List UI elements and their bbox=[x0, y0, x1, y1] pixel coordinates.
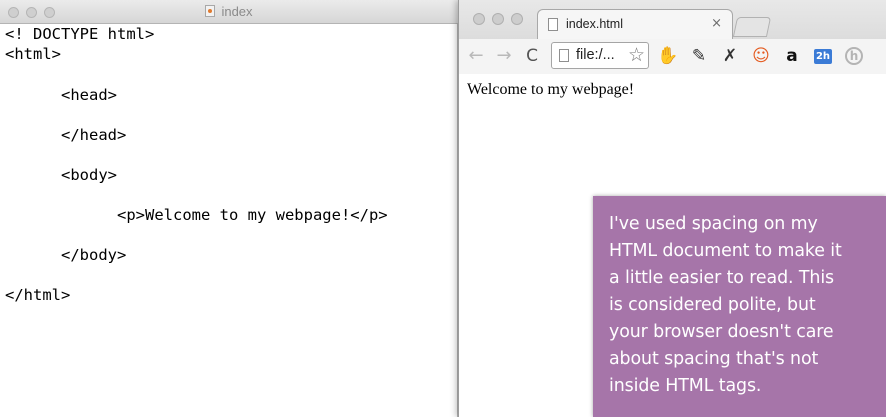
editor-title: index bbox=[0, 4, 458, 19]
annotation-text: I've used spacing on my HTML document to… bbox=[609, 214, 842, 396]
page-icon bbox=[559, 49, 569, 62]
browser-close-button[interactable] bbox=[473, 13, 485, 25]
plug-icon-glyph: ✗ bbox=[722, 46, 738, 66]
tab-close-icon[interactable]: × bbox=[711, 16, 722, 31]
brush-icon-glyph: ✎ bbox=[691, 46, 707, 66]
code-line: <html> bbox=[5, 45, 61, 63]
amazon-icon-glyph: a bbox=[786, 46, 798, 66]
adblock-icon-glyph: ✋ bbox=[657, 46, 679, 66]
adblock-icon[interactable]: ✋ bbox=[657, 45, 679, 67]
code-line: <head> bbox=[61, 86, 117, 104]
address-bar[interactable]: file:/... ☆ bbox=[551, 42, 649, 69]
bookmark-star-icon[interactable]: ☆ bbox=[628, 44, 645, 66]
reload-button[interactable]: C bbox=[521, 45, 543, 67]
tab-title: index.html bbox=[566, 17, 623, 31]
code-line: </html> bbox=[5, 286, 71, 304]
amazon-icon[interactable]: a bbox=[781, 45, 803, 67]
code-line: </head> bbox=[61, 126, 127, 144]
new-tab-button[interactable] bbox=[732, 17, 772, 37]
address-bar-value: file:/... bbox=[576, 47, 615, 63]
code-line: <body> bbox=[61, 166, 117, 184]
editor-title-text: index bbox=[221, 4, 253, 19]
annotation-note: I've used spacing on my HTML document to… bbox=[593, 196, 886, 417]
code-line: <p>Welcome to my webpage!</p> bbox=[117, 206, 388, 224]
tab-index-html[interactable]: index.html × bbox=[537, 9, 733, 39]
hola-icon-glyph: ☺ bbox=[752, 46, 770, 66]
h-icon[interactable]: h bbox=[843, 45, 865, 67]
back-button[interactable]: ← bbox=[465, 45, 487, 67]
calendar-icon[interactable]: 2h bbox=[812, 45, 834, 67]
brush-icon[interactable]: ✎ bbox=[688, 45, 710, 67]
text-editor-window: index <! DOCTYPE html> <html> <head> </h… bbox=[0, 0, 458, 417]
page-icon bbox=[548, 18, 558, 31]
plug-icon[interactable]: ✗ bbox=[719, 45, 741, 67]
calendar-icon-glyph: 2h bbox=[813, 48, 833, 64]
document-icon bbox=[205, 5, 216, 17]
page-paragraph: Welcome to my webpage! bbox=[467, 81, 635, 98]
h-icon-glyph: h bbox=[845, 47, 863, 65]
browser-minimize-button[interactable] bbox=[492, 13, 504, 25]
hola-icon[interactable]: ☺ bbox=[750, 45, 772, 67]
forward-button[interactable]: → bbox=[493, 45, 515, 67]
code-line: <! DOCTYPE html> bbox=[5, 25, 155, 43]
editor-titlebar: index bbox=[0, 0, 458, 24]
code-line: </body> bbox=[61, 246, 127, 264]
browser-zoom-button[interactable] bbox=[511, 13, 523, 25]
